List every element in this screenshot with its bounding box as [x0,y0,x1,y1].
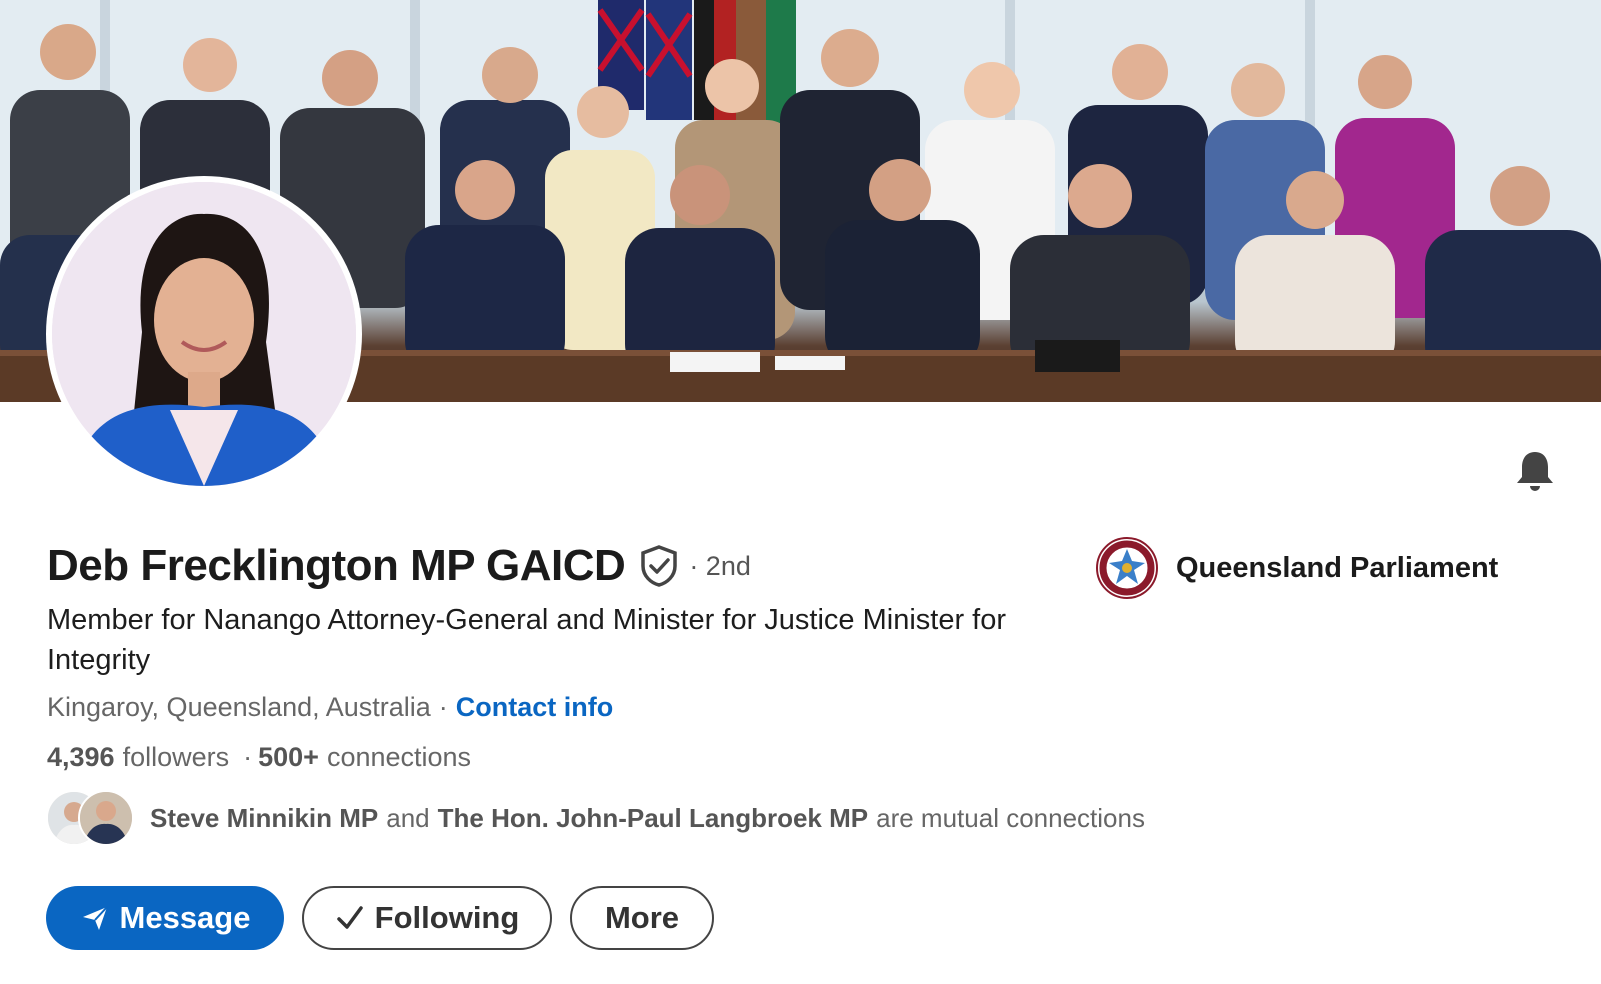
message-button-label: Message [119,900,251,935]
check-icon [336,906,363,929]
message-button[interactable]: Message [46,886,284,950]
mutual-avatar-2-art [80,792,132,844]
followers-label: followers [122,742,230,772]
mutual-connection-1[interactable]: Steve Minnikin MP [150,803,378,834]
company-name: Queensland Parliament [1176,551,1499,584]
mutual-avatars [46,790,136,846]
send-icon [82,906,108,930]
connections-label[interactable]: connections [327,742,471,773]
location-row: Kingaroy, Queensland, Australia · Contac… [47,692,613,723]
mutual-suffix: are mutual connections [876,802,1145,833]
connections-count[interactable]: 500+ [258,742,319,773]
profile-location: Kingaroy, Queensland, Australia [47,692,431,722]
stats-row: 4,396 followers · 500+ connections [47,742,471,773]
queensland-parliament-logo [1096,537,1158,599]
stats-separator: · [243,742,253,772]
mutual-joiner: and [386,802,430,833]
mutual-connections-row[interactable]: Steve Minnikin MP and The Hon. John-Paul… [46,790,1153,846]
profile-avatar[interactable] [46,176,362,492]
profile-headline: Member for Nanango Attorney-General and … [47,604,1007,676]
location-separator: · [438,692,448,722]
mutual-avatar-2 [78,790,134,846]
current-company[interactable]: Queensland Parliament [1096,537,1498,599]
notification-bell-button[interactable] [1512,448,1558,494]
contact-info-link[interactable]: Contact info [456,692,613,723]
following-button-label: Following [374,900,520,935]
profile-photo-art [52,182,356,486]
profile-actions: Message Following More [46,886,714,950]
more-button[interactable]: More [570,886,714,950]
connection-degree: · 2nd [689,550,751,581]
verified-shield-icon[interactable] [639,544,679,588]
following-button[interactable]: Following [302,886,552,950]
more-button-label: More [604,900,680,935]
profile-name: Deb Frecklington MP GAICD [47,541,626,590]
mutual-connection-2[interactable]: The Hon. John-Paul Langbroek MP [438,803,868,834]
followers-count: 4,396 [47,742,115,772]
profile-photo [52,182,356,486]
profile-name-row: Deb Frecklington MP GAICD · 2nd [47,540,751,592]
bell-icon [1517,452,1553,491]
